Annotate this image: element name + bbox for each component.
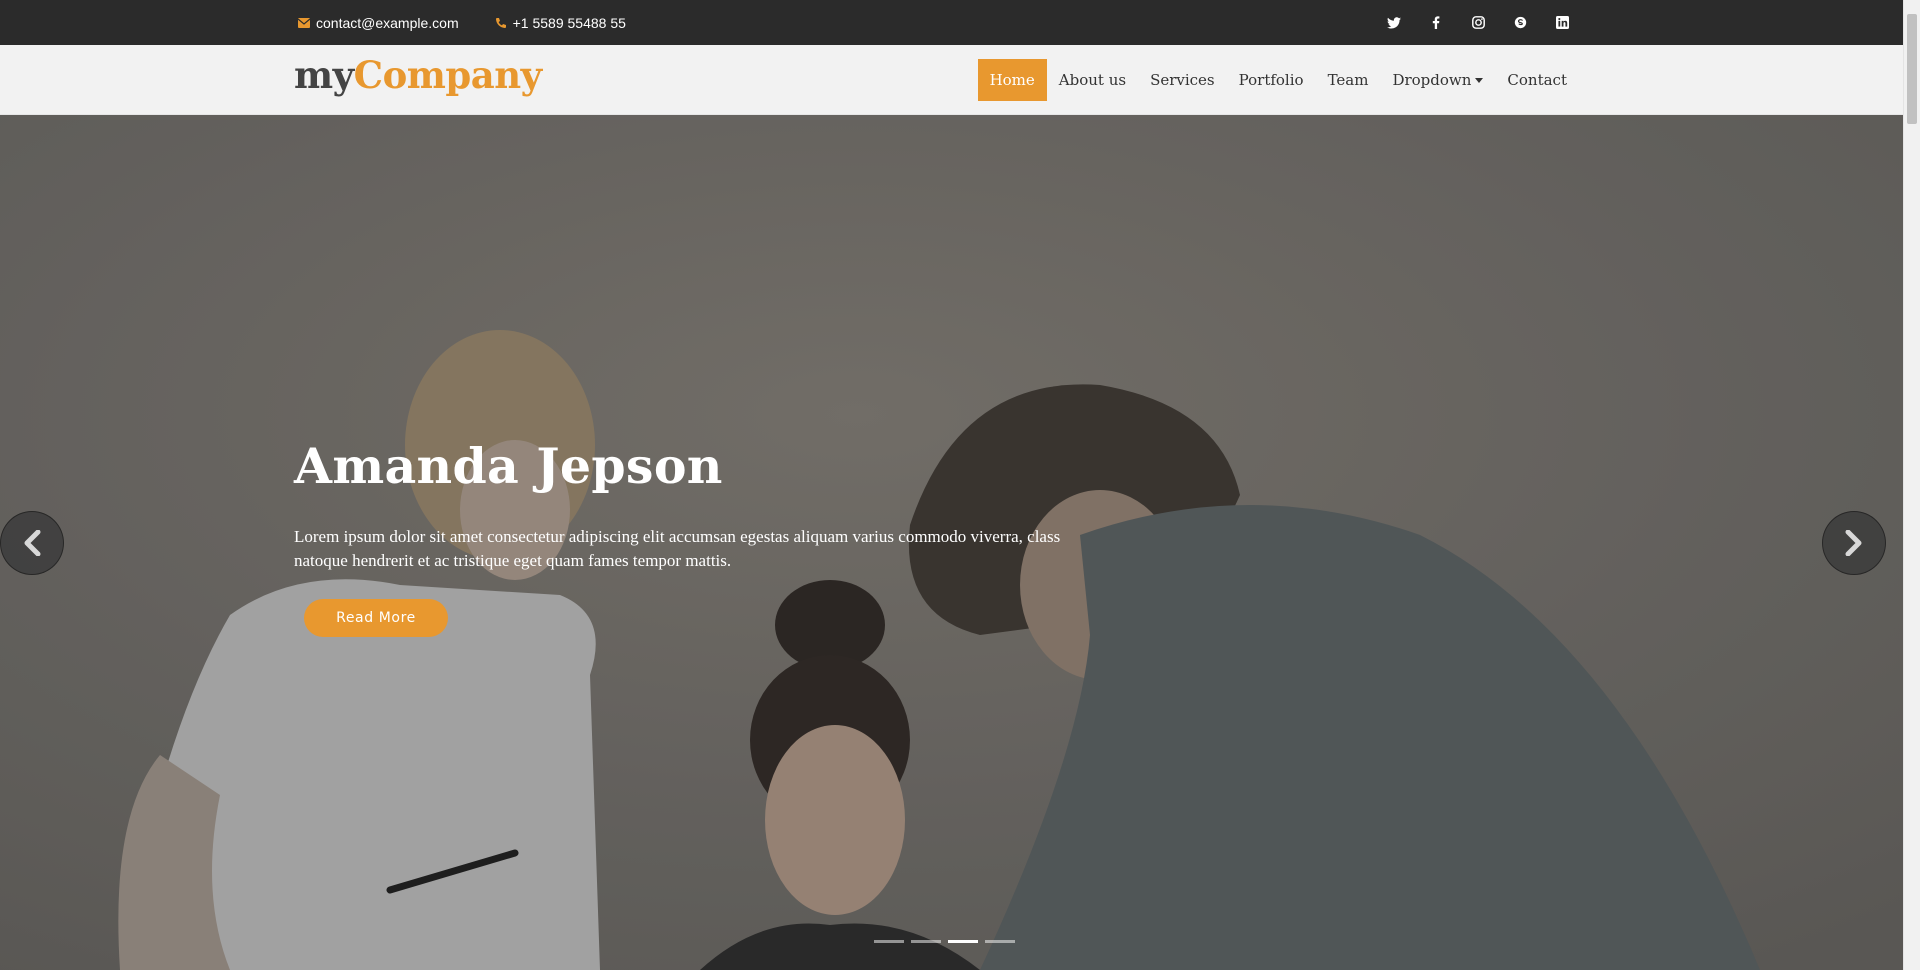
page-scrollbar[interactable]: [1903, 0, 1920, 970]
phone-text: +1 5589 55488 55: [512, 14, 626, 31]
nav-services[interactable]: Services: [1138, 59, 1227, 101]
caret-down-icon: [1475, 77, 1484, 83]
carousel-indicator[interactable]: [911, 940, 941, 943]
carousel-indicator[interactable]: [985, 940, 1015, 943]
nav-about-us[interactable]: About us: [1047, 59, 1138, 101]
nav-contact[interactable]: Contact: [1495, 59, 1579, 101]
logo[interactable]: myCompany: [294, 50, 542, 100]
nav-portfolio[interactable]: Portfolio: [1227, 59, 1316, 101]
main-nav: Home About us Services Portfolio Team Dr…: [977, 59, 1579, 101]
read-more-button[interactable]: Read More: [304, 599, 448, 637]
carousel-indicators: [874, 940, 1022, 943]
facebook-icon[interactable]: [1415, 0, 1457, 45]
carousel-next-button[interactable]: [1822, 511, 1886, 575]
top-bar: contact@example.com +1 5589 55488 55: [0, 0, 1903, 45]
nav-home[interactable]: Home: [977, 59, 1047, 101]
slide-title: Amanda Jepson: [294, 437, 723, 495]
envelope-icon: [298, 17, 310, 28]
logo-my: my: [294, 53, 354, 97]
chevron-right-icon: [1845, 530, 1862, 556]
contact-info: contact@example.com +1 5589 55488 55: [298, 0, 662, 45]
skype-icon[interactable]: [1499, 0, 1541, 45]
social-links: [1373, 0, 1583, 45]
hero-carousel: Amanda Jepson Lorem ipsum dolor sit amet…: [0, 115, 1903, 970]
chevron-left-icon: [24, 530, 41, 556]
slide-description: Lorem ipsum dolor sit amet consectetur a…: [294, 527, 1061, 570]
carousel-indicator[interactable]: [874, 940, 904, 943]
email-item[interactable]: contact@example.com: [298, 15, 459, 31]
logo-company: Company: [353, 53, 543, 97]
linkedin-icon[interactable]: [1541, 0, 1583, 45]
site-header: myCompany Home About us Services Portfol…: [0, 45, 1903, 115]
nav-dropdown[interactable]: Dropdown: [1380, 59, 1495, 101]
carousel-prev-button[interactable]: [0, 511, 64, 575]
nav-dropdown-label: Dropdown: [1392, 71, 1472, 89]
email-text: contact@example.com: [316, 14, 459, 31]
phone-icon: [495, 17, 506, 28]
carousel-indicator-active[interactable]: [948, 940, 978, 943]
scrollbar-thumb[interactable]: [1907, 14, 1917, 124]
instagram-icon[interactable]: [1457, 0, 1499, 45]
twitter-icon[interactable]: [1373, 0, 1415, 45]
phone-item[interactable]: +1 5589 55488 55: [495, 15, 626, 31]
nav-team[interactable]: Team: [1316, 59, 1381, 101]
